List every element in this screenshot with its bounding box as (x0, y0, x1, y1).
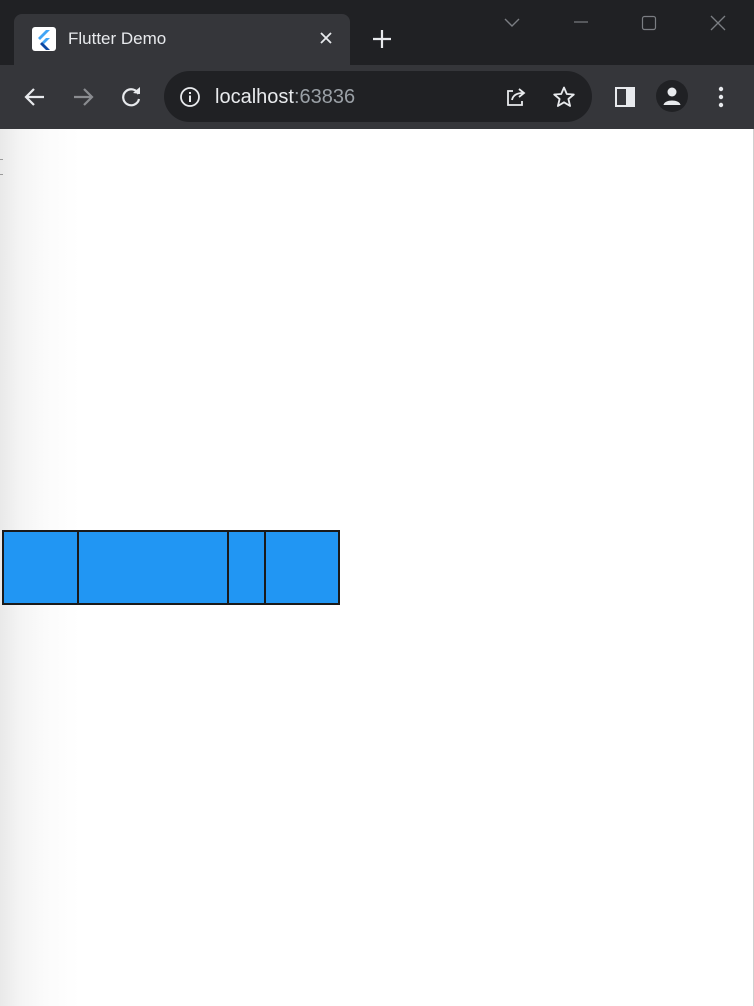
minimize-icon[interactable] (566, 8, 596, 38)
url-host: localhost (215, 86, 294, 108)
back-arrow-icon[interactable] (19, 81, 51, 113)
address-bar[interactable]: localhost:63836 (164, 71, 592, 122)
tab-flutter-demo[interactable]: Flutter Demo (14, 14, 350, 65)
tab-strip: Flutter Demo (0, 0, 754, 65)
plus-icon[interactable] (368, 25, 396, 53)
kebab-menu-icon[interactable] (705, 81, 737, 113)
side-panel-icon[interactable] (609, 81, 641, 113)
close-icon[interactable] (314, 26, 338, 50)
flutter-logo-icon (32, 27, 56, 51)
edge-marker (0, 159, 3, 175)
browser-window: Flutter Demo localhost:63836 (0, 0, 754, 1006)
profile-avatar-icon[interactable] (656, 80, 688, 112)
star-icon[interactable] (550, 83, 578, 111)
blue-block-3[interactable] (227, 530, 266, 605)
info-icon[interactable] (178, 85, 202, 109)
maximize-icon[interactable] (634, 8, 664, 38)
share-icon[interactable] (502, 83, 530, 111)
url-port: :63836 (293, 86, 356, 108)
forward-arrow-icon[interactable] (67, 81, 99, 113)
page-viewport (0, 129, 754, 1006)
url-text[interactable]: localhost:63836 (215, 85, 355, 109)
chevron-down-icon[interactable] (497, 8, 527, 38)
blue-blocks-row (2, 530, 340, 605)
blue-block-2[interactable] (77, 530, 229, 605)
tab-title: Flutter Demo (68, 29, 167, 48)
close-window-icon[interactable] (703, 8, 733, 38)
browser-toolbar: localhost:63836 (0, 65, 754, 129)
reload-icon[interactable] (115, 81, 147, 113)
blue-block-4[interactable] (264, 530, 340, 605)
blue-block-1[interactable] (2, 530, 79, 605)
